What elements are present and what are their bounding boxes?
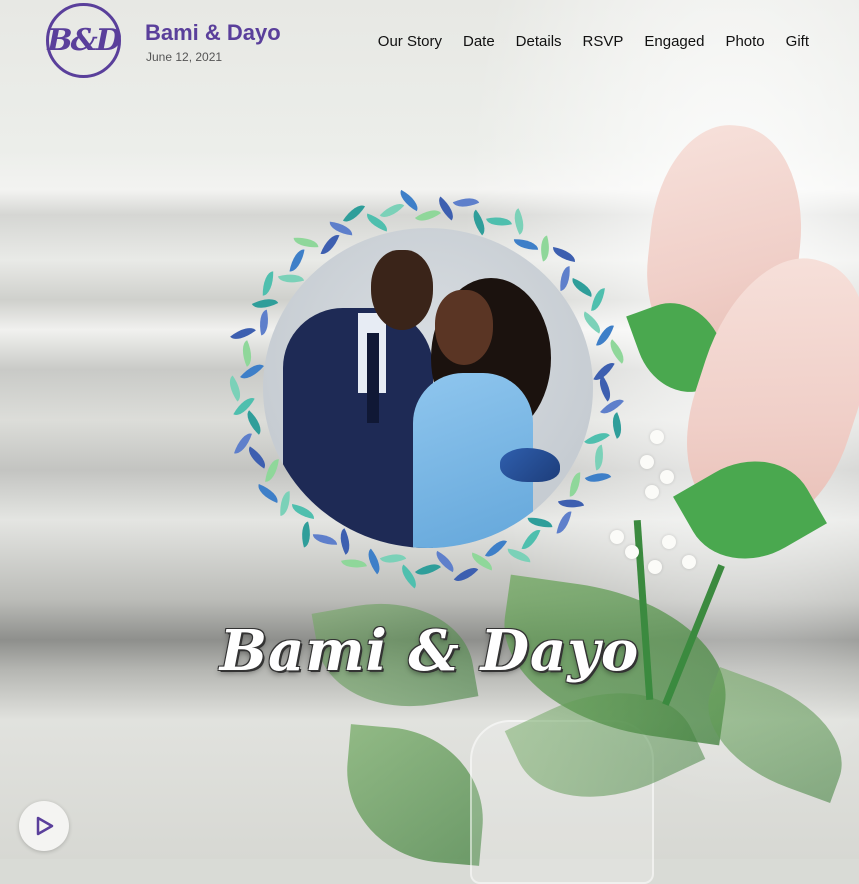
groom-tie [367, 333, 379, 423]
site-title[interactable]: Bami & Dayo [145, 20, 281, 46]
wedding-date: June 12, 2021 [146, 50, 223, 64]
main-nav: Our Story Date Details RSVP Engaged Phot… [378, 33, 809, 50]
flower-decoration [662, 535, 676, 549]
couple-photo [263, 228, 593, 548]
nav-photo[interactable]: Photo [725, 33, 764, 50]
flower-decoration [610, 530, 624, 544]
flower-decoration [640, 455, 654, 469]
nav-engaged[interactable]: Engaged [644, 33, 704, 50]
flower-decoration [682, 555, 696, 569]
music-play-button[interactable] [19, 801, 69, 851]
flower-decoration [645, 485, 659, 499]
flower-decoration [625, 545, 639, 559]
nav-gift[interactable]: Gift [786, 33, 809, 50]
site-header: B&D Bami & Dayo June 12, 2021 Our Story … [0, 0, 859, 86]
flower-decoration [648, 560, 662, 574]
nav-date[interactable]: Date [463, 33, 495, 50]
couple-names-script: Bami & Dayo [219, 618, 640, 684]
bride-head [435, 290, 493, 365]
groom-head [371, 250, 433, 330]
nav-our-story[interactable]: Our Story [378, 33, 442, 50]
nav-details[interactable]: Details [516, 33, 562, 50]
flower-decoration [650, 430, 664, 444]
flower-decoration [660, 470, 674, 484]
play-icon [36, 816, 54, 836]
nav-rsvp[interactable]: RSVP [583, 33, 624, 50]
bird-decoration [500, 448, 560, 482]
logo[interactable]: B&D [46, 3, 122, 78]
